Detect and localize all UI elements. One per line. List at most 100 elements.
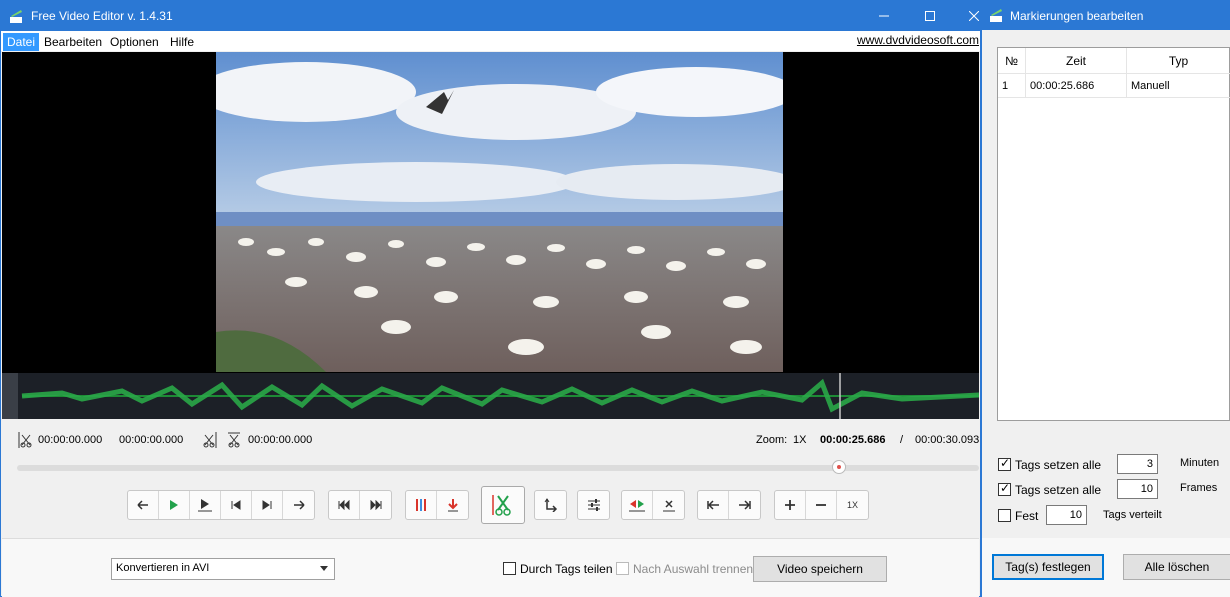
marker-nav bbox=[697, 490, 761, 520]
maximize-button[interactable] bbox=[907, 1, 953, 31]
video-preview[interactable] bbox=[2, 52, 979, 373]
row-number: 1 bbox=[998, 74, 1026, 98]
settings-tool bbox=[577, 490, 610, 520]
split-by-selection-checkbox[interactable] bbox=[616, 562, 629, 575]
start-time: 00:00:00.000 bbox=[38, 434, 103, 446]
fast-forward-button[interactable] bbox=[360, 491, 391, 519]
arrow-down-icon bbox=[447, 499, 458, 512]
next-marker-button[interactable] bbox=[729, 491, 760, 519]
menu-hilfe[interactable]: Hilfe bbox=[166, 33, 198, 51]
marker-bars-icon bbox=[416, 499, 426, 511]
frames-input[interactable]: 10 bbox=[1117, 479, 1158, 499]
rotate-icon bbox=[544, 498, 557, 512]
minutes-input[interactable]: 3 bbox=[1117, 454, 1158, 474]
timeline-info: 00:00:00.000 00:00:00.000 00:00:00.000 Z… bbox=[2, 427, 979, 453]
rotate-button[interactable] bbox=[535, 491, 566, 519]
play-to-end-button[interactable] bbox=[190, 491, 221, 519]
next-marker-icon bbox=[738, 500, 751, 510]
arrow-left-icon bbox=[137, 500, 148, 510]
format-select[interactable]: Konvertieren in AVI bbox=[111, 558, 335, 580]
main-window: Free Video Editor v. 1.4.31 Datei Bearbe… bbox=[0, 0, 981, 597]
col-number[interactable]: № bbox=[998, 48, 1026, 74]
apply-tags-button[interactable]: Tag(s) festlegen bbox=[992, 554, 1104, 580]
rewind-icon bbox=[338, 500, 350, 510]
minimize-button[interactable] bbox=[861, 1, 907, 31]
rewind-button[interactable] bbox=[329, 491, 360, 519]
arrow-right-icon bbox=[293, 500, 305, 510]
cut-tool bbox=[481, 486, 525, 524]
cut-start-icon[interactable] bbox=[18, 431, 34, 449]
play-button[interactable] bbox=[159, 491, 190, 519]
chevron-down-icon bbox=[320, 566, 328, 571]
zoom-reset-button[interactable]: 1X bbox=[837, 491, 868, 519]
minutes-unit: Minuten bbox=[1180, 457, 1220, 469]
zoom-out-button[interactable] bbox=[806, 491, 837, 519]
fixed-tags-checkbox[interactable] bbox=[998, 509, 1011, 522]
prev-marker-button[interactable] bbox=[698, 491, 729, 519]
col-type[interactable]: Typ bbox=[1127, 48, 1230, 74]
cut-button[interactable] bbox=[482, 487, 524, 523]
play-icon bbox=[170, 500, 178, 510]
scissors-icon[interactable] bbox=[226, 431, 242, 449]
rotate-tool bbox=[534, 490, 567, 520]
app-logo-icon bbox=[10, 10, 22, 23]
tags-panel-title: Markierungen bearbeiten bbox=[1010, 9, 1144, 23]
sliders-icon bbox=[587, 499, 600, 511]
split-audio-button[interactable] bbox=[622, 491, 653, 519]
zoom-in-button[interactable] bbox=[775, 491, 806, 519]
fixed-tags-input[interactable]: 10 bbox=[1046, 505, 1087, 525]
green-scissors-icon bbox=[492, 495, 511, 516]
tags-every-minutes-label: Tags setzen alle bbox=[1015, 458, 1102, 472]
go-end-button[interactable] bbox=[252, 491, 283, 519]
next-frame-button[interactable] bbox=[283, 491, 314, 519]
fixed-tags-unit: Tags verteilt bbox=[1103, 509, 1162, 521]
title-bar[interactable]: Free Video Editor v. 1.4.31 bbox=[1, 1, 980, 31]
add-marker-button[interactable] bbox=[406, 491, 437, 519]
fixed-tags-label: Fest bbox=[1015, 509, 1039, 523]
jump-marker-button[interactable] bbox=[437, 491, 468, 519]
play-to-line-icon bbox=[198, 499, 212, 512]
clear-all-button[interactable]: Alle löschen bbox=[1123, 554, 1230, 580]
row-time: 00:00:25.686 bbox=[1026, 74, 1127, 98]
skip-back-icon bbox=[231, 500, 241, 510]
total-time: 00:00:30.093 bbox=[915, 434, 980, 446]
col-time[interactable]: Zeit bbox=[1026, 48, 1127, 74]
tags-every-minutes-checkbox[interactable] bbox=[998, 456, 1011, 471]
remove-audio-button[interactable] bbox=[653, 491, 684, 519]
save-video-button[interactable]: Video speichern bbox=[753, 556, 887, 582]
split-by-tags-checkbox[interactable] bbox=[503, 562, 516, 575]
adjust-button[interactable] bbox=[578, 491, 609, 519]
tags-panel-title-bar[interactable]: Markierungen bearbeiten bbox=[982, 0, 1230, 30]
go-start-button[interactable] bbox=[221, 491, 252, 519]
zoom-controls: 1X bbox=[774, 490, 869, 520]
tags-every-frames-checkbox[interactable] bbox=[998, 481, 1011, 496]
split-by-selection-label: Nach Auswahl trennen bbox=[633, 562, 754, 576]
maximize-icon bbox=[925, 11, 935, 21]
playback-controls bbox=[127, 490, 315, 520]
fast-forward-icon bbox=[370, 500, 381, 510]
position-slider-thumb[interactable] bbox=[831, 460, 846, 474]
tags-table: № Zeit Typ 1 00:00:25.686 Manuell bbox=[997, 47, 1230, 421]
waveform-graph bbox=[21, 373, 979, 419]
menu-optionen[interactable]: Optionen bbox=[106, 33, 163, 51]
minus-icon bbox=[816, 504, 826, 506]
prev-marker-icon bbox=[707, 500, 719, 510]
website-link[interactable]: www.dvdvideosoft.com bbox=[857, 33, 979, 47]
audio-tools bbox=[621, 490, 685, 520]
app-logo-icon bbox=[990, 9, 1002, 22]
menu-datei[interactable]: Datei bbox=[3, 33, 40, 51]
plus-icon bbox=[785, 500, 795, 510]
frames-unit: Frames bbox=[1180, 482, 1218, 494]
x-line-icon bbox=[662, 500, 675, 512]
tags-every-frames-label: Tags setzen alle bbox=[1015, 483, 1102, 497]
cut-end-icon[interactable] bbox=[201, 431, 217, 449]
audio-waveform[interactable] bbox=[2, 373, 979, 419]
prev-frame-button[interactable] bbox=[128, 491, 159, 519]
zoom-value: 1X bbox=[793, 434, 807, 446]
menu-bar: Datei Bearbeiten Optionen Hilfe www.dvdv… bbox=[1, 31, 980, 51]
seek-controls bbox=[328, 490, 392, 520]
menu-bearbeiten[interactable]: Bearbeiten bbox=[40, 33, 106, 51]
time-separator: / bbox=[900, 434, 904, 446]
close-icon bbox=[969, 11, 979, 21]
position-slider[interactable] bbox=[17, 460, 979, 474]
